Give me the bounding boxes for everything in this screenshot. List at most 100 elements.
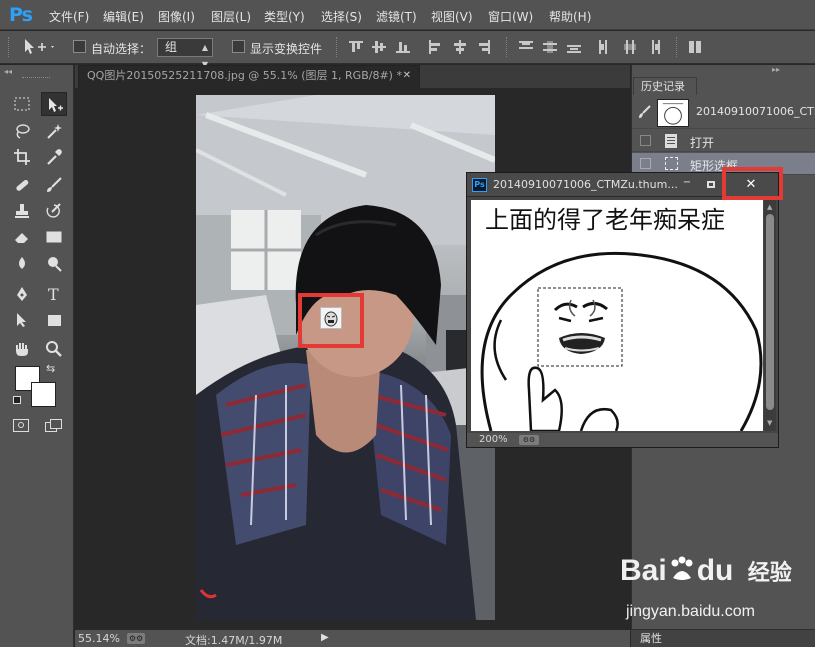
auto-select-target-value: 组 — [165, 40, 178, 54]
path-selection-tool[interactable] — [9, 308, 35, 332]
zoom-tool[interactable] — [41, 337, 67, 361]
eyedropper-tool[interactable] — [41, 145, 67, 169]
crop-tool[interactable] — [9, 145, 35, 169]
menu-filter[interactable]: 滤镜(T) — [376, 8, 417, 25]
collapse-toolbox-icon[interactable]: ◂◂ — [4, 67, 12, 76]
status-menu-arrow-icon[interactable]: ▶ — [321, 632, 329, 643]
menu-file[interactable]: 文件(F) — [49, 8, 89, 25]
clone-stamp-tool[interactable] — [9, 199, 35, 223]
snapshot-name: 20140910071006_CTMZ — [696, 105, 815, 118]
properties-panel-tab[interactable]: 属性 — [631, 629, 815, 647]
document-tab[interactable]: QQ图片20150525211708.jpg @ 55.1% (图层 1, RG… — [78, 65, 420, 88]
highlight-box-close-button — [722, 167, 783, 200]
floating-status-share-icon[interactable]: ⚙⚙ — [519, 435, 539, 445]
rectangle-tool[interactable] — [41, 308, 67, 332]
magic-wand-tool[interactable] — [41, 119, 67, 143]
distribute-bottom-icon[interactable] — [567, 40, 581, 54]
dodge-tool[interactable] — [41, 252, 67, 276]
toolbox: ◂◂ T ⇆ — [0, 65, 74, 647]
zoom-level[interactable]: 55.14% — [78, 632, 120, 645]
auto-select-target-select[interactable]: 组 ▲▼ — [157, 38, 213, 69]
align-left-icon[interactable] — [428, 40, 442, 54]
watermark-brand: Bai — [620, 554, 667, 587]
eraser-tool[interactable] — [9, 225, 35, 249]
show-transform-label: 显示变换控件 — [250, 42, 323, 56]
floating-image-window[interactable]: Ps 20140910071006_CTMZu.thum... − ✕ 上面的得… — [466, 172, 779, 448]
toolbox-grip[interactable] — [22, 77, 50, 80]
history-item-open[interactable]: 打开 — [632, 130, 815, 152]
distribute-left-icon[interactable] — [598, 40, 612, 54]
scrollbar-thumb[interactable] — [766, 214, 774, 410]
menu-type[interactable]: 类型(Y) — [264, 8, 305, 25]
floating-zoom-level[interactable]: 200% — [479, 434, 508, 445]
swap-colors-icon[interactable]: ⇆ — [46, 362, 55, 375]
pen-tool[interactable] — [9, 282, 35, 306]
menu-image[interactable]: 图像(I) — [158, 8, 195, 25]
lasso-tool[interactable] — [9, 119, 35, 143]
floating-window-canvas[interactable]: 上面的得了老年痴呆症 — [471, 200, 763, 431]
distribute-hcenter-icon[interactable] — [623, 40, 637, 54]
watermark-logo: Bai du 经验 — [620, 554, 792, 588]
collapse-panels-icon[interactable]: ▸▸ — [772, 65, 780, 74]
align-vcenter-icon[interactable] — [372, 40, 386, 54]
auto-select-checkbox[interactable] — [73, 40, 86, 53]
menu-edit[interactable]: 编辑(E) — [103, 8, 144, 25]
history-brush-source-icon[interactable] — [638, 105, 652, 119]
distribute-vcenter-icon[interactable] — [543, 40, 557, 54]
auto-align-layers-icon[interactable] — [688, 40, 702, 54]
history-brush-tool[interactable] — [41, 199, 67, 223]
menu-bar: Ps 文件(F) 编辑(E) 图像(I) 图层(L) 类型(Y) 选择(S) 滤… — [0, 0, 815, 30]
align-right-icon[interactable] — [477, 40, 491, 54]
history-source-box[interactable] — [640, 158, 651, 169]
document-canvas[interactable] — [196, 95, 495, 620]
snapshot-thumbnail — [657, 99, 689, 127]
move-tool-preset-icon[interactable] — [22, 37, 56, 60]
hand-tool[interactable] — [9, 337, 35, 361]
minimize-button[interactable]: − — [679, 177, 695, 191]
menu-select[interactable]: 选择(S) — [321, 8, 362, 25]
scroll-down-icon[interactable]: ▼ — [767, 419, 772, 427]
healing-brush-tool[interactable] — [9, 173, 35, 197]
paw-icon — [667, 556, 697, 582]
align-bottom-icon[interactable] — [396, 40, 410, 54]
status-share-icon[interactable]: ⚙⚙ — [127, 633, 145, 644]
history-panel-tab[interactable]: 历史记录 — [633, 77, 697, 95]
close-tab-icon[interactable]: ✕ — [403, 66, 411, 86]
marquee-tool[interactable] — [9, 92, 35, 116]
options-separator — [676, 37, 680, 57]
svg-text:T: T — [48, 285, 59, 303]
quick-mask-icon[interactable] — [13, 419, 29, 432]
screen-mode-icon[interactable] — [45, 419, 63, 433]
document-tab-bar: QQ图片20150525211708.jpg @ 55.1% (图层 1, RG… — [75, 65, 630, 88]
align-hcenter-icon[interactable] — [453, 40, 467, 54]
background-color-swatch[interactable] — [31, 382, 56, 407]
document-tab-title: QQ图片20150525211708.jpg @ 55.1% (图层 1, RG… — [87, 69, 402, 82]
history-snapshot-row[interactable]: 20140910071006_CTMZ — [632, 97, 815, 129]
maximize-button[interactable] — [703, 177, 719, 191]
distribute-top-icon[interactable] — [519, 40, 533, 54]
options-separator — [336, 37, 340, 57]
auto-select-label: 自动选择： — [91, 42, 152, 56]
menu-layer[interactable]: 图层(L) — [211, 8, 251, 25]
type-tool[interactable]: T — [41, 282, 67, 306]
highlight-box-thumbnail — [298, 293, 364, 348]
default-colors-icon[interactable] — [13, 396, 21, 404]
brush-tool[interactable] — [41, 173, 67, 197]
show-transform-checkbox[interactable] — [232, 40, 245, 53]
scroll-up-icon[interactable]: ▲ — [767, 203, 772, 211]
menu-window[interactable]: 窗口(W) — [488, 8, 533, 25]
move-tool[interactable] — [41, 92, 67, 116]
gradient-tool[interactable] — [41, 225, 67, 249]
options-grip[interactable] — [8, 37, 12, 57]
menu-view[interactable]: 视图(V) — [431, 8, 473, 25]
baidu-jingyan-watermark: Bai du 经验 jingyan.baidu.com — [610, 548, 810, 628]
floating-window-vscrollbar[interactable]: ▲ ▼ — [764, 200, 776, 431]
document-icon — [665, 134, 677, 148]
distribute-right-icon[interactable] — [647, 40, 661, 54]
align-top-icon[interactable] — [349, 40, 363, 54]
history-source-box[interactable] — [640, 135, 651, 146]
photoshop-logo: Ps — [9, 4, 33, 26]
floating-window-title: 20140910071006_CTMZu.thum... — [493, 178, 678, 191]
menu-help[interactable]: 帮助(H) — [549, 8, 591, 25]
blur-tool[interactable] — [9, 252, 35, 276]
